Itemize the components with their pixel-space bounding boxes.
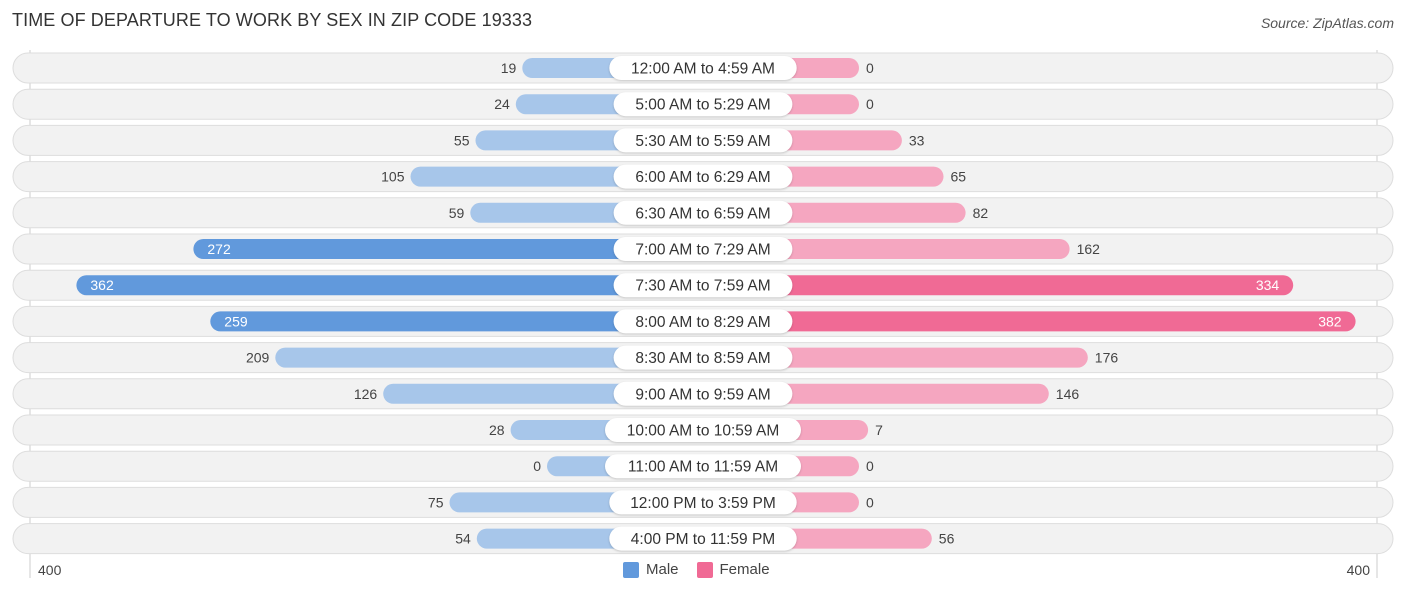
value-label-male: 54 <box>455 531 471 547</box>
legend-item-male[interactable]: Male <box>623 561 679 578</box>
axis-left-label: 400 <box>38 562 62 578</box>
category-label: 7:00 AM to 7:29 AM <box>635 242 770 259</box>
value-label-female: 65 <box>951 169 967 185</box>
value-label-female: 0 <box>866 494 874 510</box>
value-label-female: 176 <box>1095 350 1119 366</box>
value-label-female: 7 <box>875 422 883 438</box>
value-label-male: 28 <box>489 422 505 438</box>
value-label-male: 209 <box>246 350 270 366</box>
category-label: 12:00 PM to 3:59 PM <box>630 495 776 512</box>
value-label-male: 272 <box>207 241 231 257</box>
value-label-female: 56 <box>939 531 955 547</box>
legend-label-male: Male <box>646 561 679 578</box>
value-label-female: 0 <box>866 60 874 76</box>
value-label-male: 259 <box>224 313 248 329</box>
category-label: 7:30 AM to 7:59 AM <box>635 278 770 295</box>
value-label-male: 0 <box>533 458 541 474</box>
value-label-male: 75 <box>428 494 444 510</box>
category-label: 5:30 AM to 5:59 AM <box>635 133 770 150</box>
value-label-male: 55 <box>454 132 470 148</box>
category-label: 6:00 AM to 6:29 AM <box>635 169 770 186</box>
category-label: 8:00 AM to 8:29 AM <box>635 314 770 331</box>
value-label-female: 33 <box>909 132 925 148</box>
category-label: 9:00 AM to 9:59 AM <box>635 386 770 403</box>
axis-right-label: 400 <box>1346 562 1370 578</box>
value-label-male: 362 <box>90 277 114 293</box>
value-label-male: 19 <box>501 60 517 76</box>
value-label-female: 382 <box>1318 313 1342 329</box>
value-label-male: 24 <box>494 96 510 112</box>
category-label: 10:00 AM to 10:59 AM <box>627 423 780 440</box>
value-label-female: 334 <box>1256 277 1280 293</box>
legend-label-female: Female <box>719 561 770 578</box>
legend-swatch-male <box>623 561 639 578</box>
value-label-female: 0 <box>866 96 874 112</box>
category-label: 4:00 PM to 11:59 PM <box>631 531 775 548</box>
category-label: 5:00 AM to 5:29 AM <box>635 97 770 114</box>
value-label-female: 0 <box>866 458 874 474</box>
value-label-male: 126 <box>354 386 378 402</box>
category-label: 6:30 AM to 6:59 AM <box>635 205 770 222</box>
legend-item-female[interactable]: Female <box>696 561 770 578</box>
category-label: 8:30 AM to 8:59 AM <box>635 350 770 367</box>
value-label-female: 82 <box>973 205 989 221</box>
value-label-male: 59 <box>449 205 465 221</box>
legend-swatch-female <box>696 561 713 578</box>
category-label: 11:00 AM to 11:59 AM <box>628 459 778 476</box>
bar-female <box>703 311 1356 332</box>
bar-male <box>76 275 703 296</box>
legend: Male Female <box>623 561 782 578</box>
chart-canvas: 19 0 12:00 AM to 4:59 AM 24 0 5:00 AM to 5:29… <box>12 50 1394 578</box>
value-label-male: 105 <box>381 169 405 185</box>
value-label-female: 146 <box>1056 386 1080 402</box>
category-label: 12:00 AM to 4:59 AM <box>631 61 775 78</box>
value-label-female: 162 <box>1077 241 1101 257</box>
